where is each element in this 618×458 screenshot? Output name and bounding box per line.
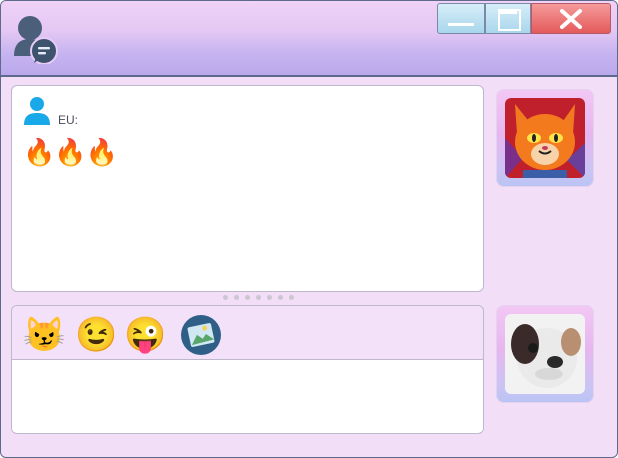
conversation-history[interactable]: EU: 🔥🔥🔥 — [11, 85, 484, 292]
message-sender: EU: — [58, 113, 79, 127]
close-button[interactable] — [531, 3, 611, 34]
message-text: 🔥🔥🔥 — [23, 137, 118, 167]
compose-area: 😼 😉 😜 — [11, 305, 484, 434]
image-icon — [187, 323, 215, 347]
minimize-button[interactable] — [437, 3, 485, 34]
emoticon-wink[interactable]: 😉 — [75, 315, 117, 355]
maximize-button[interactable] — [485, 3, 531, 34]
emoticon-cat-smirk[interactable]: 😼 — [23, 315, 65, 355]
contacts-chat-icon — [14, 16, 58, 64]
user-icon — [24, 97, 50, 125]
emoticon-tongue-wink[interactable]: 😜 — [124, 315, 166, 355]
contact-avatar-frame[interactable] — [496, 89, 594, 187]
title-bar[interactable] — [1, 1, 617, 77]
message-input[interactable] — [12, 360, 483, 432]
messenger-window: EU: 🔥🔥🔥 😼 😉 😜 — [0, 0, 618, 458]
maximize-icon — [498, 9, 521, 31]
close-icon — [560, 9, 582, 29]
panel-splitter[interactable] — [223, 295, 295, 301]
minimize-icon — [448, 23, 474, 26]
send-image-button[interactable] — [181, 315, 221, 355]
cat-avatar — [505, 98, 585, 178]
self-avatar-frame[interactable] — [496, 305, 594, 403]
emoticon-toolbar: 😼 😉 😜 — [12, 306, 483, 360]
dog-avatar — [505, 314, 585, 394]
